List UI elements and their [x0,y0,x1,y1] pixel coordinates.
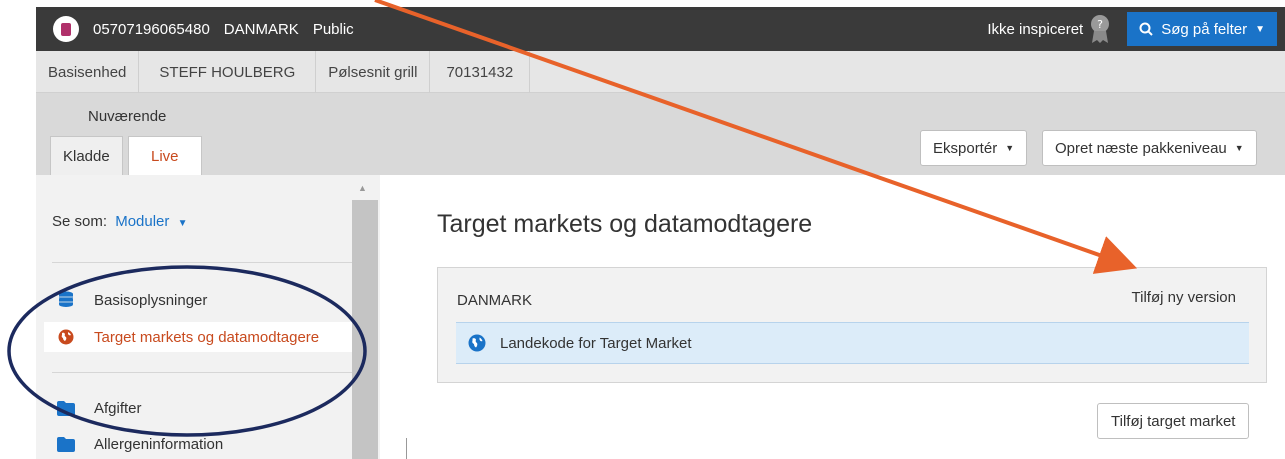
scroll-up-arrow-icon[interactable]: ▲ [358,183,367,193]
globe-icon [56,328,76,346]
visibility-label: Public [312,20,354,38]
sidebar-item-afgifter[interactable]: Afgifter [56,393,142,423]
globe-icon [468,334,486,352]
divider [52,372,356,373]
breadcrumb-item[interactable]: Pølsesnit grill [316,51,431,93]
inspection-status: Ikke inspiceret [987,20,1084,38]
add-version-link[interactable]: Tilføj ny version [1132,289,1236,306]
search-fields-button[interactable]: Søg på felter ▼ [1127,12,1277,46]
sidebar-item-basisoplysninger[interactable]: Basisoplysninger [56,285,207,315]
tab-group-label: Nuværende [88,108,167,125]
sidebar-item-label: Allergeninformation [94,435,224,453]
create-next-level-label: Opret næste pakkeniveau [1055,139,1227,157]
page-title: Target markets og datamodtagere [437,210,813,238]
sidebar-item-allergeninformation[interactable]: Allergeninformation [56,429,223,459]
gtin-number: 05707196065480 [93,20,210,38]
tab-live[interactable]: Live [128,136,202,175]
view-as-value[interactable]: Moduler [115,213,169,230]
create-next-level-button[interactable]: Opret næste pakkeniveau ▼ [1042,130,1257,166]
country-label: DANMARK [223,20,299,38]
product-logo-icon [53,16,79,42]
export-button[interactable]: Eksportér ▼ [920,130,1028,166]
breadcrumb-item[interactable]: Basisenhed [36,51,140,93]
version-tab-area: Nuværende Kladde Live Eksportér ▼ Opret … [36,93,1285,175]
country-code-label: Landekode for Target Market [500,334,692,352]
country-code-row[interactable]: Landekode for Target Market [456,322,1249,364]
caret-down-icon: ▼ [177,218,188,229]
view-as-label: Se som: [52,213,108,230]
export-label: Eksportér [933,139,998,157]
breadcrumb-item[interactable]: STEFF HOULBERG [139,51,317,93]
breadcrumb-item[interactable]: 70131432 [430,51,531,93]
module-sidebar: Se som: Moduler ▼ Basisoplysninger Targe… [36,175,380,459]
target-market-panel: DANMARK Tilføj ny version Landekode for … [437,267,1267,383]
sidebar-scrollbar-thumb[interactable] [352,200,378,459]
medal-icon: ? [1091,15,1110,43]
chevron-down-icon: ▼ [1005,143,1015,153]
divider [52,262,356,263]
view-as-selector[interactable]: Se som: Moduler ▼ [52,213,187,230]
sidebar-item-label: Afgifter [94,399,142,417]
breadcrumb: Basisenhed STEFF HOULBERG Pølsesnit gril… [36,51,1285,93]
svg-text:?: ? [1097,18,1103,31]
tab-draft[interactable]: Kladde [50,136,123,175]
chevron-down-icon: ▼ [1234,143,1244,153]
search-icon [1139,22,1153,36]
search-fields-label: Søg på felter [1161,20,1248,38]
divider [406,438,407,459]
panel-country: DANMARK [457,292,533,309]
top-bar: 05707196065480 DANMARK Public Ikke inspi… [36,7,1285,51]
database-icon [56,291,76,309]
folder-icon [56,399,76,417]
folder-icon [56,435,76,453]
chevron-down-icon: ▼ [1255,23,1265,35]
sidebar-item-label: Basisoplysninger [94,291,208,309]
sidebar-item-target-markets[interactable]: Target markets og datamodtagere [44,322,368,352]
add-target-market-button[interactable]: Tilføj target market [1097,403,1250,439]
sidebar-item-label: Target markets og datamodtagere [94,328,320,346]
